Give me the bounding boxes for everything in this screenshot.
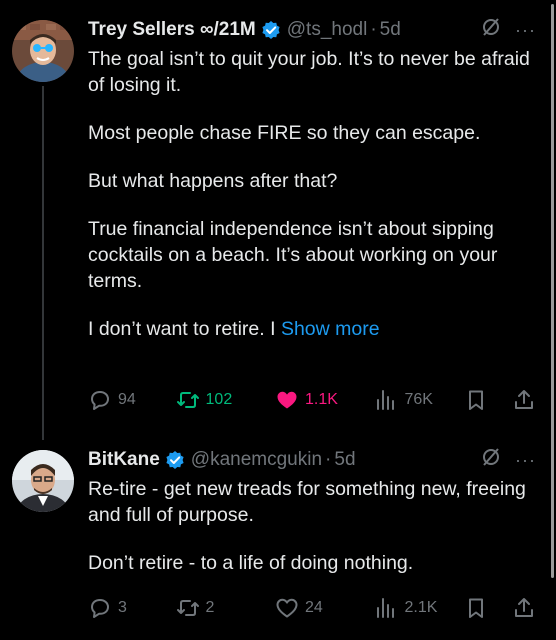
- display-name[interactable]: BitKane: [88, 449, 160, 471]
- truncated-text: I don’t want to retire. I: [88, 318, 281, 340]
- reply-count: 3: [118, 599, 127, 616]
- repost-button[interactable]: 102: [176, 388, 275, 412]
- handle[interactable]: @ts_hodl: [287, 19, 368, 41]
- tweet-text: Re-tire - get new treads for something n…: [88, 476, 536, 576]
- more-icon[interactable]: ···: [515, 450, 536, 471]
- bookmark-icon: [469, 390, 483, 410]
- views-count: 76K: [404, 391, 433, 408]
- tweet-paragraph-truncated: I don’t want to retire. I Show more: [88, 316, 536, 342]
- separator-dot: ·: [370, 19, 377, 40]
- repost-icon: [176, 392, 199, 408]
- like-count: 24: [305, 599, 323, 616]
- show-more-link[interactable]: Show more: [281, 318, 380, 340]
- tweet-paragraph: Re-tire - get new treads for something n…: [88, 478, 526, 526]
- bookmark-button[interactable]: [464, 388, 488, 412]
- separator-dot: ·: [325, 449, 332, 470]
- like-button[interactable]: 1.1K: [275, 388, 374, 412]
- tweet-paragraph: True financial independence isn’t about …: [88, 218, 498, 292]
- grok-icon[interactable]: [481, 17, 501, 43]
- verified-badge-icon: [261, 20, 281, 40]
- tweet[interactable]: Trey Sellers ∞/21M @ts_hodl · 5d ··· The…: [0, 0, 556, 430]
- like-icon: [277, 391, 297, 409]
- action-bar: 94 102 1.1K 76K: [88, 388, 536, 412]
- tweet-header: BitKane @kanemcgukin · 5d ···: [88, 446, 536, 474]
- bookmark-button[interactable]: [464, 596, 488, 620]
- tweet-header: Trey Sellers ∞/21M @ts_hodl · 5d ···: [88, 16, 536, 44]
- reply-button[interactable]: 3: [88, 596, 176, 620]
- action-bar: 3 2 24 2.1K: [88, 596, 536, 620]
- tweet-paragraph: Most people chase FIRE so they can escap…: [88, 122, 481, 144]
- share-icon: [515, 598, 533, 617]
- reply-button[interactable]: 94: [88, 388, 176, 412]
- repost-button[interactable]: 2: [176, 596, 275, 620]
- display-name[interactable]: Trey Sellers ∞/21M: [88, 19, 256, 41]
- views-button[interactable]: 76K: [374, 388, 464, 412]
- like-button[interactable]: 24: [275, 596, 374, 620]
- views-icon: [377, 390, 395, 410]
- feed: Trey Sellers ∞/21M @ts_hodl · 5d ··· The…: [0, 0, 556, 640]
- views-icon: [377, 598, 395, 618]
- reply-icon: [91, 599, 109, 618]
- repost-icon: [176, 600, 199, 616]
- tweet-text: The goal isn’t to quit your job. It’s to…: [88, 46, 536, 342]
- views-count: 2.1K: [404, 599, 438, 616]
- tweet-paragraph: But what happens after that?: [88, 170, 338, 192]
- handle[interactable]: @kanemcgukin: [191, 449, 322, 471]
- share-button[interactable]: [512, 596, 536, 620]
- avatar[interactable]: [12, 20, 74, 82]
- share-button[interactable]: [512, 388, 536, 412]
- tweet-paragraph: The goal isn’t to quit your job. It’s to…: [88, 48, 530, 96]
- scrollbar[interactable]: [551, 4, 554, 578]
- reply-count: 94: [118, 391, 136, 408]
- views-button[interactable]: 2.1K: [374, 596, 464, 620]
- grok-icon[interactable]: [481, 447, 501, 473]
- like-count: 1.1K: [305, 391, 338, 408]
- repost-count: 102: [205, 391, 233, 408]
- repost-count: 2: [205, 599, 215, 616]
- like-icon: [276, 598, 298, 618]
- avatar[interactable]: [12, 450, 74, 512]
- verified-badge-icon: [165, 450, 185, 470]
- reply-icon: [91, 391, 109, 410]
- more-icon[interactable]: ···: [515, 20, 536, 41]
- share-icon: [515, 390, 533, 409]
- timestamp[interactable]: 5d: [380, 19, 401, 41]
- timestamp[interactable]: 5d: [334, 449, 355, 471]
- tweet-paragraph: Don’t retire - to a life of doing nothin…: [88, 552, 414, 574]
- tweet[interactable]: BitKane @kanemcgukin · 5d ··· Re-tire - …: [0, 440, 556, 640]
- bookmark-icon: [469, 598, 483, 618]
